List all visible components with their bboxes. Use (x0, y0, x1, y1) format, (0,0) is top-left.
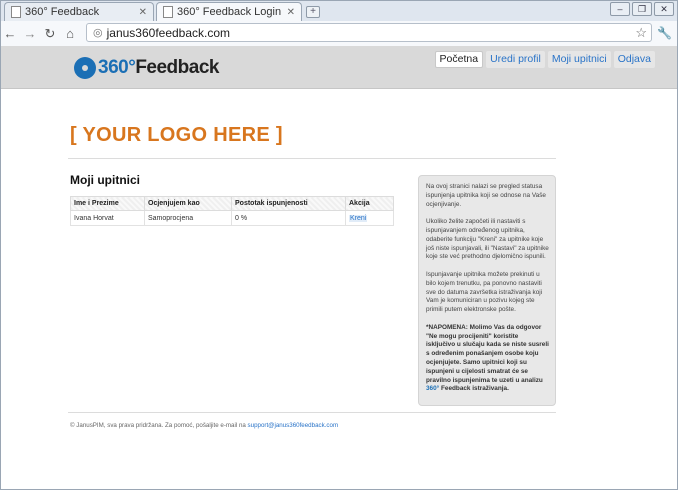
nav-odjava[interactable]: Odjava (613, 51, 655, 68)
table-header-row: Ime i Prezime Ocjenjujem kao Postotak is… (70, 196, 394, 211)
footer: © JanusPIM, sva prava pridržana. Za pomo… (70, 422, 338, 429)
column-header-action: Akcija (345, 196, 394, 211)
close-window-button[interactable]: ✕ (654, 2, 674, 16)
top-navigation: Početna Uredi profil Moji upitnici Odjav… (434, 51, 655, 68)
forward-arrow-icon[interactable]: → (20, 26, 40, 41)
wrench-icon[interactable]: 🔧 (657, 26, 672, 40)
help-note-text: *NAPOMENA: Molimo Vas da odgovor "Ne mog… (426, 323, 549, 384)
column-header-percent: Postotak ispunjenosti (231, 196, 346, 211)
help-note-end: Feedback istraživanja. (439, 385, 509, 393)
help-text-resume: Ispunjavanje upitnika možete prekinuti u… (426, 270, 543, 314)
nav-uredi-profil[interactable]: Uredi profil (486, 51, 545, 68)
globe-icon: ◎ (93, 27, 103, 39)
tab-360-feedback-login[interactable]: 360° Feedback Login ✕ (156, 2, 302, 21)
support-email-link[interactable]: support@janus360feedback.com (248, 422, 339, 429)
kreni-link[interactable]: Kreni (349, 214, 368, 222)
home-icon[interactable]: ⌂ (60, 26, 80, 41)
nav-moji-upitnici[interactable]: Moji upitnici (547, 51, 611, 68)
tab-title: 360° Feedback Login (177, 6, 282, 18)
star-icon[interactable]: ☆ (635, 25, 647, 41)
page-icon (163, 6, 173, 18)
browser-toolbar: ← → ↻ ⌂ ◎ janus360feedback.com ☆ 🔧 (0, 21, 678, 46)
footer-text: © JanusPIM, sva prava pridržana. Za pomo… (70, 422, 248, 429)
restore-button[interactable]: ❐ (632, 2, 652, 16)
page-icon (11, 6, 21, 18)
site-logo[interactable]: 360° Feedback (74, 57, 219, 79)
close-icon[interactable]: ✕ (139, 7, 147, 18)
cell-name: Ivana Horvat (70, 210, 145, 226)
browser-chrome: 360° Feedback ✕ 360° Feedback Login ✕ + … (0, 0, 678, 46)
tab-360-feedback[interactable]: 360° Feedback ✕ (4, 2, 154, 21)
site-header: 360° Feedback Početna Uredi profil Moji … (0, 46, 678, 89)
minimize-button[interactable]: – (610, 2, 630, 16)
help-note-360: 360° (426, 385, 440, 393)
section-title: Moji upitnici (70, 173, 140, 187)
new-tab-button[interactable]: + (306, 6, 320, 18)
close-icon[interactable]: ✕ (287, 7, 295, 18)
tab-title: 360° Feedback (25, 6, 100, 18)
address-bar[interactable]: ◎ janus360feedback.com ☆ (86, 23, 652, 42)
gear-icon (74, 57, 96, 79)
table-row: Ivana Horvat Samoprocjena 0 % Kreni (70, 210, 394, 226)
column-header-role: Ocjenjujem kao (144, 196, 232, 211)
nav-pocetna[interactable]: Početna (434, 51, 484, 68)
divider (68, 158, 556, 159)
help-text-start: Ukoliko želite započeti ili nastaviti s … (426, 218, 549, 261)
questionnaires-table: Ime i Prezime Ocjenjujem kao Postotak is… (70, 196, 394, 226)
address-url: janus360feedback.com (106, 25, 231, 40)
cell-action: Kreni (345, 210, 394, 226)
reload-icon[interactable]: ↻ (40, 26, 60, 42)
cell-role: Samoprocjena (144, 210, 232, 226)
cell-percent: 0 % (231, 210, 346, 226)
column-header-name: Ime i Prezime (70, 196, 145, 211)
footer-divider (68, 412, 556, 413)
help-sidebar: Na ovoj stranici nalazi se pregled statu… (418, 175, 556, 406)
help-note: *NAPOMENA: Molimo Vas da odgovor "Ne mog… (426, 324, 549, 394)
back-arrow-icon[interactable]: ← (0, 26, 20, 41)
window-controls: – ❐ ✕ (610, 2, 674, 16)
company-logo-placeholder: [ YOUR LOGO HERE ] (70, 124, 283, 146)
help-text-overview: Na ovoj stranici nalazi se pregled statu… (426, 183, 546, 208)
logo-feedback-text: Feedback (135, 57, 219, 78)
logo-360-text: 360° (98, 57, 136, 78)
